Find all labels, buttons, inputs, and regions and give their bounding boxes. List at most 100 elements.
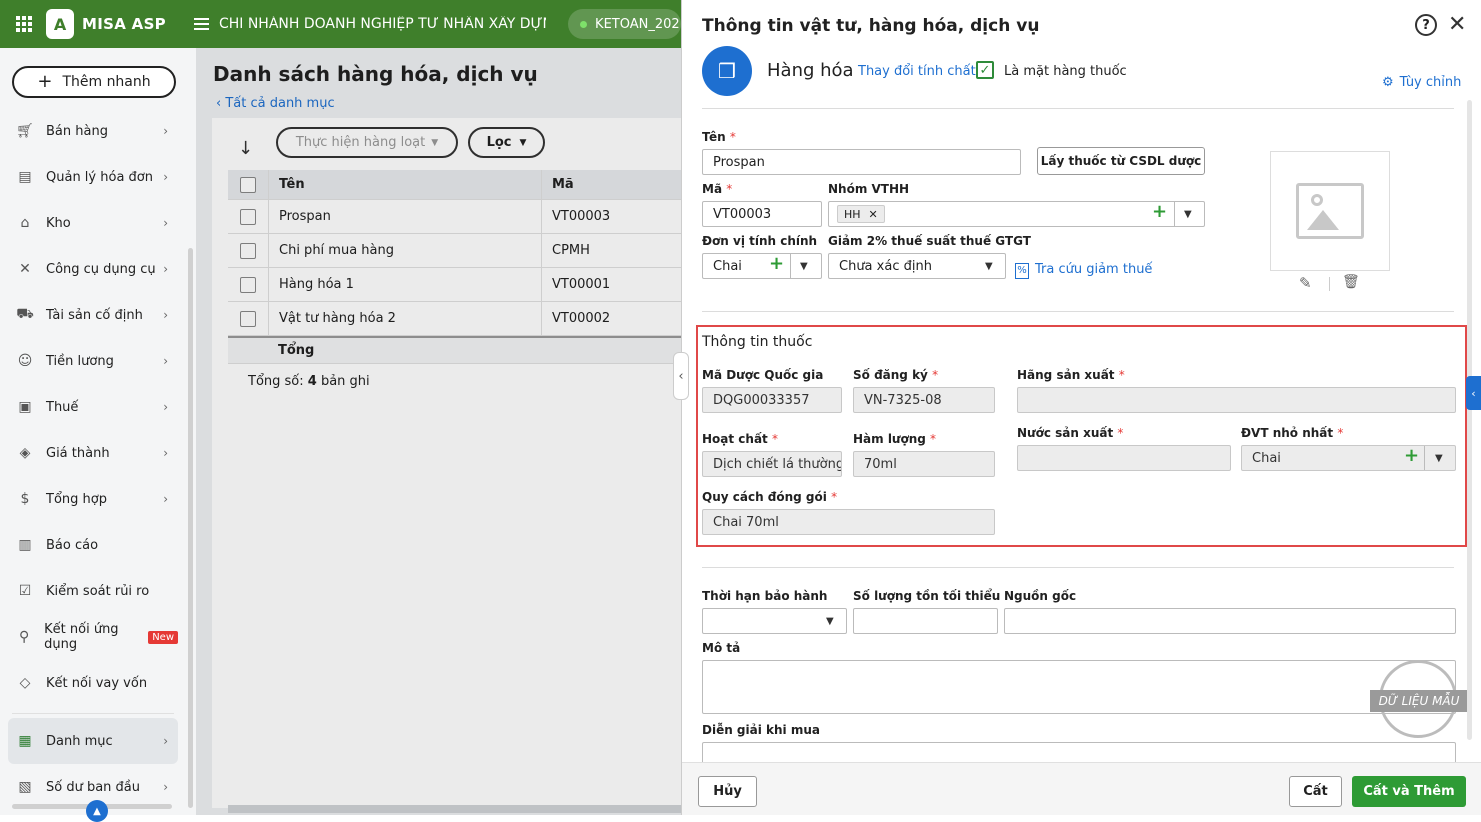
remove-tag-icon[interactable]: ✕ [869,208,878,221]
app-grid-icon[interactable] [16,16,32,32]
sidebar-item-kho[interactable]: ⌂ Kho › [8,200,178,246]
chevron-right-icon: › [163,308,168,322]
item-image-placeholder[interactable] [1270,151,1390,271]
items-table: Tên Mã Prospan VT00003 Chi phí mua hàng … [228,170,681,364]
menu-icon[interactable] [193,18,209,30]
table-row[interactable]: Chi phí mua hàng CPMH [228,234,681,268]
column-header-code[interactable]: Mã [541,170,681,199]
plug-icon: ⚲ [18,629,30,645]
sidebar-item-ket-noi-vay-von[interactable]: ◇ Kết nối vay vốn [8,660,178,706]
chevron-left-icon: ‹ [216,96,226,111]
collapse-panel-icon[interactable]: ‹ [673,352,689,400]
row-checkbox[interactable] [240,242,256,259]
warehouse-icon: ⌂ [20,215,30,231]
table-row[interactable]: Prospan VT00003 [228,200,681,234]
table-row[interactable]: Vật tư hàng hóa 2 VT00002 [228,302,681,336]
fetch-drug-button[interactable]: Lấy thuốc từ CSDL dược [1037,147,1205,175]
trash-icon[interactable]: 🗑︎ [1342,274,1360,290]
sidebar-item-bao-cao[interactable]: ▥ Báo cáo [8,522,178,568]
save-button[interactable]: Cất [1289,776,1342,807]
sidebar-item-gia-thanh[interactable]: ◈ Giá thành › [8,430,178,476]
country-input[interactable] [1017,445,1231,471]
cancel-button[interactable]: Hủy [698,776,757,807]
national-code-label: Mã Dược Quốc gia [702,368,824,382]
code-input[interactable]: VT00003 [702,201,822,227]
ingredient-input[interactable]: Dịch chiết lá thường xuân [702,451,842,477]
row-checkbox[interactable] [240,208,256,225]
caret-down-icon[interactable]: ▼ [800,261,808,272]
summary-icon: $ [20,491,30,507]
sidebar-item-ket-noi-ung-dung[interactable]: ⚲ Kết nối ứng dụng New [8,614,178,660]
company-name[interactable]: CHI NHÁNH DOANH NGHIỆP TƯ NHÂN XÂY DỰNG … [219,16,546,32]
change-type-link[interactable]: Thay đổi tính chất [858,64,976,79]
tax-icon: ▣ [18,399,32,415]
sidebar-item-kiem-soat-rui-ro[interactable]: ☑ Kiểm soát rủi ro [8,568,178,614]
quick-add-button[interactable]: + Thêm nhanh [12,66,176,98]
sidebar-item-tai-san-co-dinh[interactable]: ⛟ Tài sản cố định › [8,292,178,338]
sidebar-item-thue[interactable]: ▣ Thuế › [8,384,178,430]
salary-icon: ☺ [17,353,33,369]
sidebar-item-tien-luong[interactable]: ☺ Tiền lương › [8,338,178,384]
chevron-right-icon: › [163,124,168,138]
column-header-name[interactable]: Tên [268,170,541,199]
caret-down-icon[interactable]: ▼ [1184,209,1192,220]
collapse-sidebar-icon[interactable]: ▲ [86,800,108,822]
packing-input[interactable]: Chai 70ml [702,509,995,535]
close-icon[interactable]: ✕ [1448,12,1466,37]
sidebar-item-danh-muc[interactable]: ▦ Danh mục › [8,718,178,764]
breadcrumb[interactable]: ‹ Tất cả danh mục [216,96,335,111]
min-stock-label: Số lượng tồn tối thiểu [853,589,1001,603]
expand-right-icon[interactable]: ‹ [1466,376,1481,410]
cart-icon: 🛒︎ [16,123,34,139]
add-unit-icon[interactable]: + [769,253,784,274]
vat-select[interactable]: Chưa xác định [828,253,1006,279]
select-all-checkbox[interactable] [240,176,256,193]
top-bar: A MISA ASP CHI NHÁNH DOANH NGHIỆP TƯ NHÂ… [0,0,681,48]
manufacturer-input[interactable] [1017,387,1456,413]
min-stock-input[interactable] [853,608,998,634]
is-drug-checkbox[interactable]: ✓ [976,61,994,79]
filter-button[interactable]: Lọc ▼ [468,127,545,158]
caret-down-icon[interactable]: ▼ [1435,453,1443,464]
bulk-action-button[interactable]: Thực hiện hàng loạt ▼ [276,127,458,158]
customize-link[interactable]: ⚙ Tùy chỉnh [1382,75,1461,90]
balance-icon: ▧ [18,779,32,795]
sidebar-item-tong-hop[interactable]: $ Tổng hợp › [8,476,178,522]
name-input[interactable]: Prospan [702,149,1021,175]
add-group-icon[interactable]: + [1152,201,1167,222]
table-horizontal-scrollbar[interactable] [228,805,681,813]
sidebar-item-ban-hang[interactable]: 🛒︎ Bán hàng › [8,108,178,154]
origin-input[interactable] [1004,608,1456,634]
divider [702,108,1454,109]
row-checkbox[interactable] [240,276,256,293]
description-textarea[interactable] [702,660,1456,714]
help-icon[interactable]: ? [1415,14,1437,36]
caret-down-icon[interactable]: ▼ [826,616,834,627]
caret-down-icon[interactable]: ▼ [985,261,993,272]
add-min-unit-icon[interactable]: + [1404,445,1419,466]
content-input[interactable]: 70ml [853,451,995,477]
registration-input[interactable]: VN-7325-08 [853,387,995,413]
is-drug-label: Là mặt hàng thuốc [1004,64,1127,79]
database-selector[interactable]: KETOAN_202 [568,9,681,39]
save-and-add-button[interactable]: Cất và Thêm [1352,776,1466,807]
chevron-right-icon: › [163,400,168,414]
tax-lookup-link[interactable]: % Tra cứu giảm thuế [1015,262,1152,279]
chevron-right-icon: › [163,170,168,184]
national-code-input[interactable]: DQG00033357 [702,387,842,413]
sidebar-item-quan-ly-hoa-don[interactable]: ▤ Quản lý hóa đơn › [8,154,178,200]
pencil-icon[interactable]: ✎ [1299,274,1312,292]
sample-data-label: DỮ LIỆU MẪU [1370,690,1468,712]
chevron-right-icon: › [163,354,168,368]
caret-down-icon: ▼ [431,137,439,148]
app-name: MISA ASP [82,15,166,33]
sort-icon[interactable]: ↓ [238,138,253,159]
sidebar-divider [12,706,174,714]
panel-scrollbar[interactable] [1467,100,1472,740]
sidebar-item-cong-cu-dung-cu[interactable]: ✕ Công cụ dụng cụ › [8,246,178,292]
table-row[interactable]: Hàng hóa 1 VT00001 [228,268,681,302]
purchase-description-label: Diễn giải khi mua [702,723,820,737]
group-tag[interactable]: HH ✕ [837,205,885,223]
row-checkbox[interactable] [240,310,256,327]
sidebar-scrollbar[interactable] [188,248,193,808]
